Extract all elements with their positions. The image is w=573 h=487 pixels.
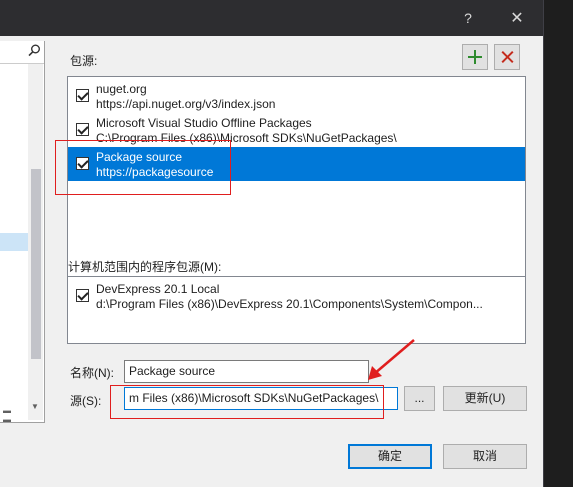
highlight-box-selected-source [55, 140, 231, 195]
update-button[interactable]: 更新(U) [443, 386, 527, 411]
search-icon [28, 44, 40, 57]
tree-overflow-mark: ▬ ▬ [3, 406, 11, 424]
browse-button[interactable]: ... [404, 386, 435, 411]
source-url: d:\Program Files (x86)\DevExpress 20.1\C… [96, 297, 483, 311]
source-name: nuget.org [96, 82, 147, 96]
remove-source-button[interactable] [494, 44, 520, 70]
list-item[interactable]: DevExpress 20.1 Local d:\Program Files (… [68, 279, 525, 313]
package-sources-label: 包源: [70, 54, 98, 68]
source-name: Microsoft Visual Studio Offline Packages [96, 116, 312, 130]
enable-checkbox[interactable] [76, 89, 89, 102]
tree-scrollbar-thumb[interactable] [31, 169, 41, 359]
tree-selected-item[interactable] [0, 233, 28, 251]
machine-sources-label: 计算机范围内的程序包源(M): [68, 260, 222, 274]
help-button[interactable]: ? [461, 10, 475, 26]
ok-button[interactable]: 确定 [348, 444, 432, 469]
name-field[interactable]: Package source [124, 360, 369, 383]
enable-checkbox[interactable] [76, 289, 89, 302]
add-source-button[interactable] [462, 44, 488, 70]
list-item[interactable]: nuget.org https://api.nuget.org/v3/index… [68, 79, 525, 113]
background-window-edge [543, 0, 573, 487]
close-button[interactable]: ✕ [508, 8, 526, 28]
source-url: https://api.nuget.org/v3/index.json [96, 97, 276, 111]
name-label: 名称(N): [70, 366, 114, 380]
machine-sources-list[interactable]: DevExpress 20.1 Local d:\Program Files (… [67, 276, 526, 344]
annotation-arrow-icon [368, 339, 415, 380]
highlight-box-source-field [110, 385, 384, 419]
source-label: 源(S): [70, 394, 102, 408]
dialog-titlebar: ? ✕ [0, 0, 543, 36]
scroll-down-icon[interactable]: ▼ [29, 402, 41, 412]
source-name: DevExpress 20.1 Local [96, 282, 220, 296]
enable-checkbox[interactable] [76, 123, 89, 136]
cancel-button[interactable]: 取消 [443, 444, 527, 469]
options-dialog: ▼ ▬ ▬ 包源: nuget.org https://api.nuget.or… [0, 36, 543, 487]
